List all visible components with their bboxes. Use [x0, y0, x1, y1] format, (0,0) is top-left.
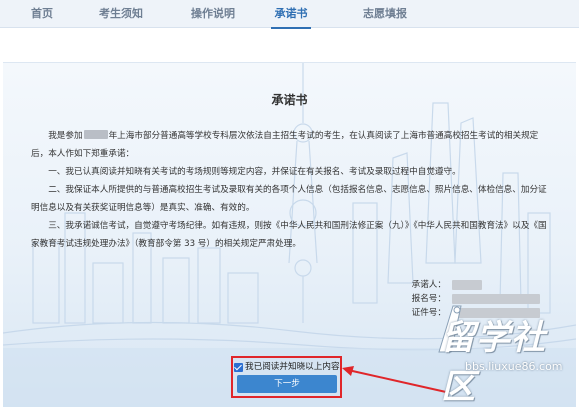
watermark: 留学社区 bbs.liuxue86.com	[431, 296, 579, 407]
tab-home[interactable]: 首页	[22, 0, 62, 28]
watermark-url: bbs.liuxue86.com	[465, 360, 563, 373]
pledge-title: 承诺书	[271, 93, 308, 107]
intro-prefix: 我是参加	[48, 131, 83, 141]
tab-exam-notice[interactable]: 考生须知	[86, 0, 156, 28]
pledge-item-3: 三、我承诺诚信考试，自觉遵守考场纪律。如有违规，则按《中华人民共和国刑法修正案（…	[31, 221, 547, 249]
pledge-intro: 我是参加 年上海市部分普通高等学校专科层次依法自主招生考试的考生，在认真阅读了上海…	[31, 127, 551, 163]
tab-instructions[interactable]: 操作说明	[178, 0, 248, 28]
annotation-highlight-box	[231, 356, 342, 398]
pledge-item-2: 二、我保证本人所提供的与普通高校招生考试及录取有关的各项个人信息（包括报名信息、…	[31, 185, 547, 213]
redacted-year	[83, 130, 108, 139]
watermark-text: 留学社区	[441, 318, 546, 407]
pledger-label: 承诺人：	[411, 280, 446, 290]
tab-pledge[interactable]: 承诺书	[271, 0, 311, 29]
top-nav: 首页 考生须知 操作说明 承诺书 志愿填报	[0, 0, 579, 29]
pledger-row: 承诺人：	[412, 279, 482, 291]
pledge-body: 我是参加 年上海市部分普通高等学校专科层次依法自主招生考试的考生，在认真阅读了上海…	[31, 127, 551, 253]
pledger-value-redacted	[452, 280, 482, 290]
tab-application[interactable]: 志愿填报	[350, 0, 420, 28]
pledge-item-1: 一、我已认真阅读并知晓有关考试的考场规则等规定内容，并保证在有关报名、考试及录取…	[48, 167, 461, 177]
